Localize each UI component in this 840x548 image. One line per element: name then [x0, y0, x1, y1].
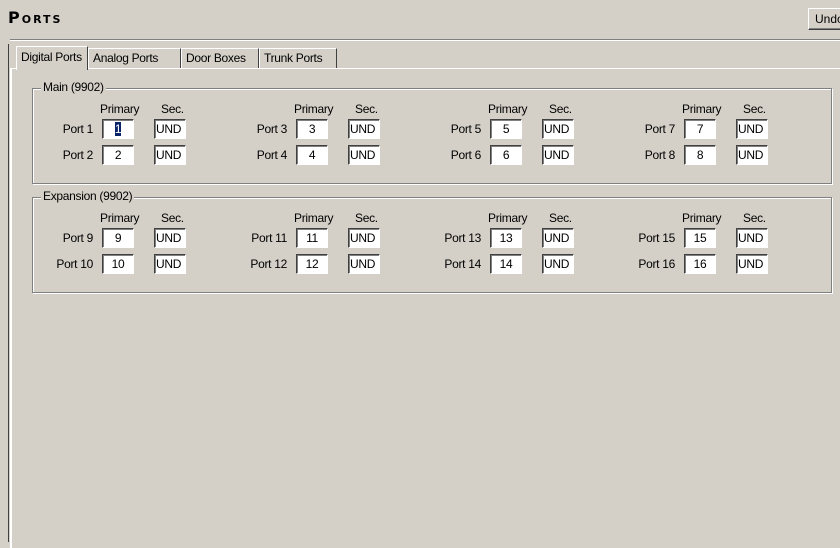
primary-column-header: Primary	[488, 102, 528, 116]
group-expansion: Expansion (9902) Primary Sec. Primary Sec. P…	[32, 189, 832, 293]
sec-port-field[interactable]: UND	[154, 145, 186, 165]
primary-port-field[interactable]: 7	[684, 119, 716, 139]
port-label: Port 9	[62, 231, 94, 245]
primary-port-field[interactable]: 16	[684, 254, 716, 274]
primary-port-field[interactable]: 6	[490, 145, 522, 165]
sec-column-header: Sec.	[355, 211, 378, 225]
port-label: Port 11	[251, 231, 287, 245]
primary-column-header: Primary	[294, 211, 334, 225]
port-label: Port 7	[644, 122, 676, 136]
page-title-text: Ports	[8, 8, 63, 27]
primary-port-value: 16	[693, 257, 707, 271]
primary-port-field[interactable]: 8	[684, 145, 716, 165]
sec-port-field[interactable]: UND	[542, 254, 574, 274]
sec-port-field[interactable]: UND	[154, 228, 186, 248]
sec-column-header: Sec.	[549, 102, 572, 116]
primary-port-value: 15	[693, 231, 707, 245]
panel-border	[8, 44, 9, 542]
group-label: Expansion (9902)	[41, 189, 135, 203]
primary-port-field[interactable]: 12	[296, 254, 328, 274]
sec-column-header: Sec.	[743, 102, 766, 116]
primary-port-field[interactable]: 11	[296, 228, 328, 248]
group-label: Main (9902)	[41, 80, 106, 94]
port-label: Port 5	[450, 122, 482, 136]
primary-port-field[interactable]: 9	[102, 228, 134, 248]
sec-port-field[interactable]: UND	[154, 254, 186, 274]
primary-column-header: Primary	[488, 211, 528, 225]
sec-port-field[interactable]: UND	[736, 254, 768, 274]
primary-port-value: 13	[499, 231, 513, 245]
port-label: Port 1	[62, 122, 94, 136]
tab-digital-ports[interactable]: Digital Ports	[16, 46, 88, 70]
undo-button[interactable]: Undo	[808, 8, 840, 30]
tab-door-boxes[interactable]: Door Boxes	[181, 48, 259, 68]
sec-port-field[interactable]: UND	[736, 228, 768, 248]
primary-port-field[interactable]: 10	[102, 254, 134, 274]
sec-column-header: Sec.	[355, 102, 378, 116]
primary-port-field[interactable]: 13	[490, 228, 522, 248]
primary-port-value: 3	[308, 122, 316, 136]
primary-column-header: Primary	[682, 211, 722, 225]
primary-port-value: 1	[114, 122, 122, 136]
port-label: Port 4	[256, 148, 288, 162]
sec-port-field[interactable]: UND	[348, 119, 380, 139]
port-label: Port 2	[62, 148, 94, 162]
sec-port-field[interactable]: UND	[736, 119, 768, 139]
primary-port-field[interactable]: 4	[296, 145, 328, 165]
primary-column-header: Primary	[100, 102, 140, 116]
primary-port-field[interactable]: 15	[684, 228, 716, 248]
port-label: Port 8	[644, 148, 676, 162]
primary-port-field[interactable]: 14	[490, 254, 522, 274]
primary-port-value: 2	[114, 148, 122, 162]
port-label: Port 6	[450, 148, 482, 162]
sec-column-header: Sec.	[161, 102, 184, 116]
sec-port-field[interactable]: UND	[348, 228, 380, 248]
sec-port-field[interactable]: UND	[348, 254, 380, 274]
primary-port-field[interactable]: 2	[102, 145, 134, 165]
tab-analog-ports[interactable]: Analog Ports	[88, 48, 181, 68]
port-label: Port 15	[638, 231, 675, 245]
port-label: Port 3	[256, 122, 288, 136]
sec-column-header: Sec.	[161, 211, 184, 225]
primary-port-value: 4	[308, 148, 316, 162]
port-label: Port 12	[250, 257, 287, 271]
primary-port-value: 8	[696, 148, 704, 162]
sec-port-field[interactable]: UND	[736, 145, 768, 165]
tab-trunk-ports[interactable]: Trunk Ports	[259, 48, 337, 68]
primary-port-field[interactable]: 5	[490, 119, 522, 139]
primary-column-header: Primary	[294, 102, 334, 116]
primary-port-value: 11	[306, 231, 318, 245]
primary-column-header: Primary	[682, 102, 722, 116]
primary-port-value: 7	[696, 122, 704, 136]
sec-port-field[interactable]: UND	[542, 145, 574, 165]
primary-port-field[interactable]: 3	[296, 119, 328, 139]
sec-column-header: Sec.	[743, 211, 766, 225]
sec-port-field[interactable]: UND	[154, 119, 186, 139]
primary-port-field[interactable]: 1	[102, 119, 134, 139]
primary-port-value: 6	[502, 148, 510, 162]
primary-port-value: 14	[499, 257, 513, 271]
port-label: Port 14	[444, 257, 481, 271]
port-label: Port 13	[444, 231, 481, 245]
primary-port-value: 10	[111, 257, 125, 271]
port-label: Port 16	[638, 257, 675, 271]
page-title: Ports	[8, 8, 62, 27]
primary-port-value: 12	[305, 257, 319, 271]
sec-port-field[interactable]: UND	[348, 145, 380, 165]
sec-column-header: Sec.	[549, 211, 572, 225]
port-label: Port 10	[56, 257, 93, 271]
primary-port-value: 5	[502, 122, 510, 136]
title-divider	[10, 39, 840, 41]
sec-port-field[interactable]: UND	[542, 119, 574, 139]
group-main: Main (9902) Primary Sec. Primary Sec. Primar…	[32, 80, 832, 184]
sec-port-field[interactable]: UND	[542, 228, 574, 248]
primary-port-value: 9	[114, 231, 122, 245]
primary-column-header: Primary	[100, 211, 140, 225]
